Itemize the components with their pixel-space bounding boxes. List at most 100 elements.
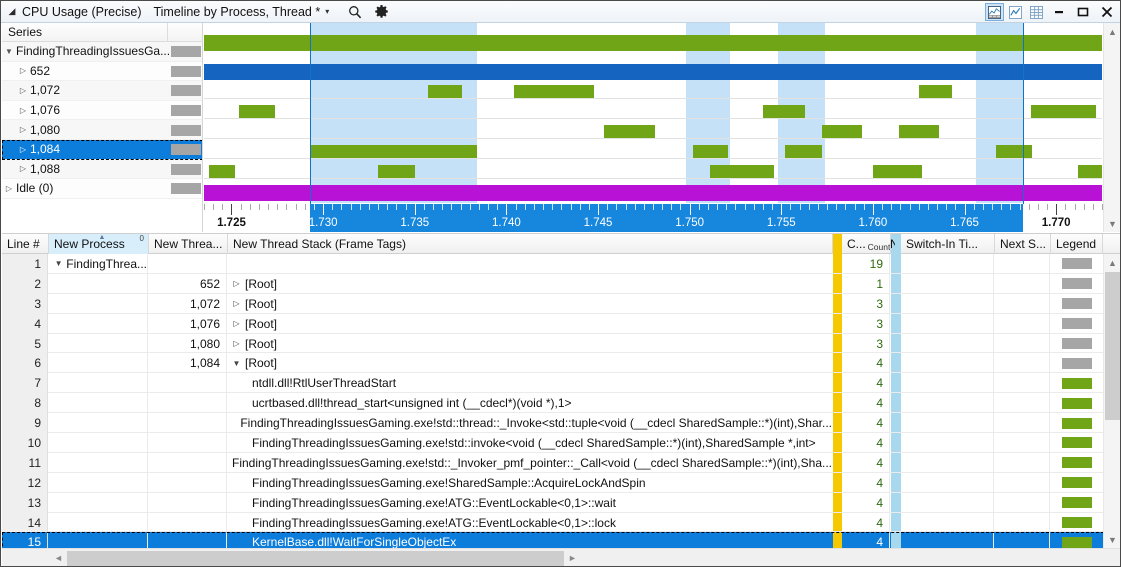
cell-new-thread-stack[interactable]: FindingThreadingIssuesGaming.exe!std::in…: [228, 433, 832, 453]
timeline-bar[interactable]: [238, 105, 276, 118]
timeline-bar[interactable]: [204, 35, 1102, 51]
table-row[interactable]: 11 FindingThreadingIssuesGaming.exe!std::…: [2, 452, 1120, 473]
chevron-right-icon[interactable]: ▷: [16, 86, 30, 95]
table-row[interactable]: 14 FindingThreadingIssuesGaming.exe!ATG::…: [2, 512, 1120, 533]
timeline-bar[interactable]: [693, 145, 729, 158]
series-item-findingthreadingissuesga-[interactable]: ▼ FindingThreadingIssuesGa...: [2, 42, 202, 62]
timeline-bar[interactable]: [204, 64, 1102, 80]
maximize-button[interactable]: [1072, 2, 1094, 22]
gold-bar-divider[interactable]: [833, 234, 842, 254]
chevron-right-icon[interactable]: ▷: [16, 66, 30, 75]
table-vertical-scrollbar[interactable]: ▲ ▼: [1103, 254, 1120, 548]
table-row[interactable]: 7 ntdll.dll!RtlUserThreadStart 4: [2, 373, 1120, 394]
time-cursor-line[interactable]: [310, 23, 312, 218]
column-header-n-truncated[interactable]: N: [885, 234, 895, 254]
column-header-new-thread-id[interactable]: New Threa...: [149, 234, 228, 254]
cell-new-process[interactable]: [49, 532, 148, 548]
table-scroll-left-icon[interactable]: ◄: [50, 549, 67, 566]
timeline-bar[interactable]: [209, 165, 236, 178]
series-item-1-084[interactable]: ▷ 1,084: [2, 139, 202, 160]
cell-new-thread-stack[interactable]: FindingThreadingIssuesGaming.exe!std::th…: [228, 413, 832, 433]
timeline-bar[interactable]: [513, 85, 595, 98]
cell-new-process[interactable]: [49, 413, 148, 434]
cell-new-process[interactable]: [49, 313, 148, 334]
cell-new-thread-stack[interactable]: ▼ [Root]: [228, 353, 832, 373]
timeline-bar[interactable]: [898, 125, 939, 138]
time-ruler[interactable]: 1.725 1.730 1.735 1.740 1.745 1.750 1.755 1.760…: [204, 204, 1103, 232]
cell-new-thread-stack[interactable]: [228, 254, 832, 274]
table-row[interactable]: 4 1,076 ▷ [Root] 3: [2, 313, 1120, 334]
cell-new-process[interactable]: [49, 512, 148, 533]
search-icon[interactable]: [345, 3, 365, 21]
column-header-next-switch[interactable]: Next S...: [995, 234, 1051, 254]
tree-expand-toggle-icon[interactable]: ▼: [53, 259, 64, 268]
tree-expand-toggle-icon[interactable]: ▷: [230, 279, 243, 288]
timeline-bar[interactable]: [378, 165, 415, 178]
table-row[interactable]: 12 FindingThreadingIssuesGaming.exe!Share…: [2, 472, 1120, 493]
timeline-plot[interactable]: [204, 23, 1102, 232]
series-item-1-088[interactable]: ▷ 1,088: [2, 159, 202, 180]
close-button[interactable]: [1096, 2, 1118, 22]
gear-icon[interactable]: [371, 3, 391, 21]
cell-new-process[interactable]: [49, 373, 148, 394]
tree-expand-toggle-icon[interactable]: ▷: [230, 319, 243, 328]
cell-new-thread-stack[interactable]: ▷ [Root]: [228, 314, 832, 334]
cell-new-process[interactable]: [49, 353, 148, 374]
cell-new-thread-stack[interactable]: ntdll.dll!RtlUserThreadStart: [228, 373, 832, 393]
cell-new-process[interactable]: [49, 472, 148, 493]
cell-new-process[interactable]: [49, 293, 148, 314]
graph-only-view-button[interactable]: [1006, 3, 1025, 21]
timeline-bar[interactable]: [709, 165, 774, 178]
series-item-idle-0-[interactable]: ▷ Idle (0): [2, 179, 202, 199]
cell-new-thread-stack[interactable]: FindingThreadingIssuesGaming.exe!ATG::Ev…: [228, 513, 832, 533]
cell-new-process[interactable]: [49, 492, 148, 513]
timeline-bar[interactable]: [310, 145, 478, 158]
column-header-switch-in-time[interactable]: Switch-In Ti...: [901, 234, 995, 254]
timeline-plot-canvas[interactable]: [204, 23, 1102, 218]
cell-new-process[interactable]: [49, 433, 148, 453]
table-row[interactable]: 13 FindingThreadingIssuesGaming.exe!ATG::…: [2, 492, 1120, 513]
timeline-bar[interactable]: [872, 165, 923, 178]
series-item-1-076[interactable]: ▷ 1,076: [2, 100, 202, 121]
timeline-bar[interactable]: [1078, 165, 1102, 178]
cell-new-process[interactable]: [49, 452, 148, 473]
timeline-bar[interactable]: [784, 145, 822, 158]
table-scroll-right-icon[interactable]: ►: [564, 549, 581, 566]
table-row[interactable]: 2 652 ▷ [Root] 1: [2, 273, 1120, 294]
cell-new-thread-stack[interactable]: ▷ [Root]: [228, 334, 832, 354]
cell-new-thread-stack[interactable]: ▷ [Root]: [228, 294, 832, 314]
column-header-new-thread-stack[interactable]: New Thread Stack (Frame Tags): [228, 234, 833, 254]
timeline-bar[interactable]: [995, 145, 1033, 158]
timeline-bar[interactable]: [603, 125, 655, 138]
time-cursor-line[interactable]: [1023, 23, 1025, 218]
cell-new-process[interactable]: [49, 273, 148, 294]
timeline-bar[interactable]: [204, 185, 1102, 201]
cell-new-thread-stack[interactable]: FindingThreadingIssuesGaming.exe!std::_I…: [228, 453, 832, 473]
series-item-1-072[interactable]: ▷ 1,072: [2, 81, 202, 101]
table-vertical-scroll-thumb[interactable]: [1105, 272, 1120, 420]
chevron-right-icon[interactable]: ▷: [16, 145, 30, 154]
cell-new-process[interactable]: [49, 393, 148, 414]
cell-new-thread-stack[interactable]: ucrtbased.dll!thread_start<unsigned int …: [228, 393, 832, 413]
table-horizontal-scrollbar[interactable]: ◄ ►: [2, 548, 1120, 566]
table-row[interactable]: 3 1,072 ▷ [Root] 3: [2, 293, 1120, 314]
series-item-652[interactable]: ▷ 652: [2, 61, 202, 82]
chevron-right-icon[interactable]: ▷: [16, 106, 30, 115]
chevron-right-icon[interactable]: ▷: [2, 184, 16, 193]
table-scroll-down-icon[interactable]: ▼: [1104, 531, 1120, 548]
timeline-bar[interactable]: [427, 85, 463, 98]
minimize-button[interactable]: [1048, 2, 1070, 22]
table-only-view-button[interactable]: [1027, 3, 1046, 21]
timeline-bar[interactable]: [1030, 105, 1097, 118]
chevron-down-icon[interactable]: ▾: [325, 7, 329, 16]
graph-and-table-view-button[interactable]: [985, 3, 1004, 21]
cell-new-thread-stack[interactable]: FindingThreadingIssuesGaming.exe!ATG::Ev…: [228, 493, 832, 513]
table-row[interactable]: 5 1,080 ▷ [Root] 3: [2, 333, 1120, 354]
column-header-new-process[interactable]: New Process ▲ 0: [49, 234, 149, 254]
chevron-right-icon[interactable]: ▷: [16, 164, 30, 173]
timeline-bar[interactable]: [762, 105, 806, 118]
chevron-down-icon[interactable]: ▼: [2, 47, 16, 56]
view-preset-label[interactable]: Timeline by Process, Thread *: [153, 5, 320, 19]
series-item-1-080[interactable]: ▷ 1,080: [2, 120, 202, 140]
column-header-line-number[interactable]: Line #: [2, 234, 49, 254]
